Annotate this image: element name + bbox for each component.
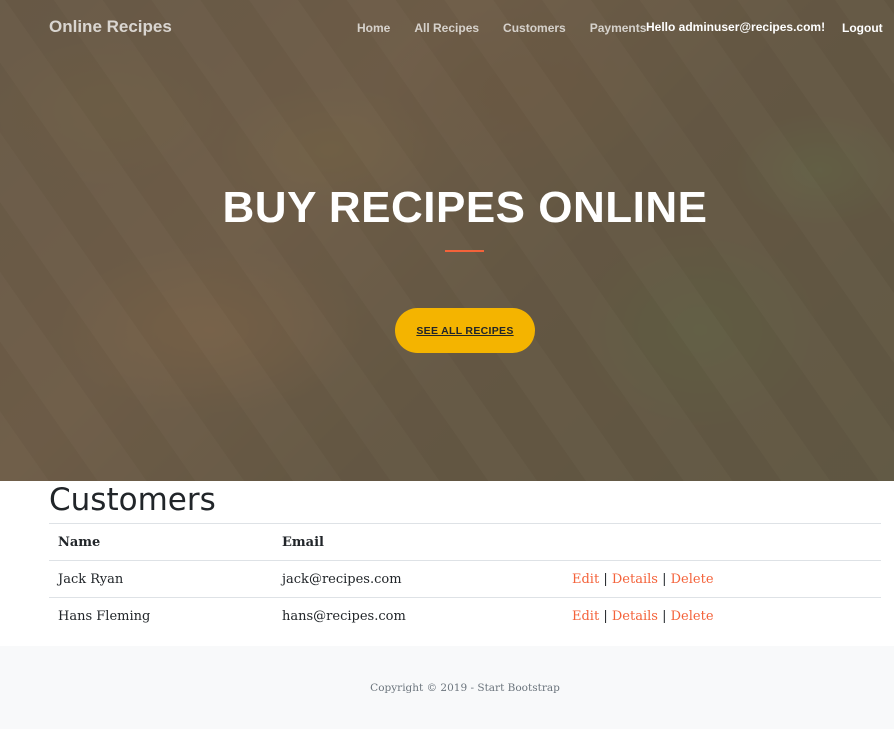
column-header-email: Email bbox=[273, 523, 563, 561]
logout-link[interactable]: Logout bbox=[842, 21, 883, 35]
nav-link-payments[interactable]: Payments bbox=[590, 21, 647, 35]
nav-link-all-recipes[interactable]: All Recipes bbox=[414, 21, 479, 35]
nav-links: Home All Recipes Customers Payments bbox=[357, 21, 646, 35]
hero-background-image bbox=[0, 0, 894, 481]
row-actions: Edit | Details | Delete bbox=[563, 560, 881, 598]
user-greeting: Hello adminuser@recipes.com! bbox=[646, 20, 826, 34]
see-all-recipes-button[interactable]: SEE ALL RECIPES bbox=[395, 308, 535, 353]
details-link[interactable]: Details bbox=[612, 609, 658, 624]
action-separator: | bbox=[662, 608, 667, 624]
navbar: Online Recipes Home All Recipes Customer… bbox=[0, 0, 894, 56]
footer: Copyright © 2019 - Start Bootstrap bbox=[0, 646, 894, 729]
page-title: Customers bbox=[49, 482, 216, 518]
action-separator: | bbox=[603, 571, 608, 587]
details-link[interactable]: Details bbox=[612, 572, 658, 587]
hero-section: Online Recipes Home All Recipes Customer… bbox=[0, 0, 894, 481]
action-separator: | bbox=[662, 571, 667, 587]
delete-link[interactable]: Delete bbox=[671, 609, 714, 624]
customer-name: Jack Ryan bbox=[49, 560, 273, 598]
customers-section: Customers Name Email Jack Ryan jack@reci… bbox=[0, 481, 894, 646]
customer-email: hans@recipes.com bbox=[273, 597, 563, 634]
customer-email: jack@recipes.com bbox=[273, 560, 563, 598]
edit-link[interactable]: Edit bbox=[572, 572, 599, 587]
edit-link[interactable]: Edit bbox=[572, 609, 599, 624]
row-actions: Edit | Details | Delete bbox=[563, 597, 881, 634]
table-row: Hans Fleming hans@recipes.com Edit | Det… bbox=[49, 597, 881, 634]
delete-link[interactable]: Delete bbox=[671, 572, 714, 587]
column-header-name: Name bbox=[49, 523, 273, 561]
action-separator: | bbox=[603, 608, 608, 624]
brand-logo[interactable]: Online Recipes bbox=[49, 17, 172, 37]
customers-table: Name Email Jack Ryan jack@recipes.com Ed… bbox=[49, 523, 881, 634]
column-header-actions bbox=[563, 523, 881, 561]
nav-link-home[interactable]: Home bbox=[357, 21, 390, 35]
copyright-text: Copyright © 2019 - Start Bootstrap bbox=[370, 682, 560, 694]
customer-name: Hans Fleming bbox=[49, 597, 273, 634]
table-header-row: Name Email bbox=[49, 523, 881, 561]
table-row: Jack Ryan jack@recipes.com Edit | Detail… bbox=[49, 560, 881, 598]
nav-link-customers[interactable]: Customers bbox=[503, 21, 566, 35]
hero-divider bbox=[445, 250, 484, 252]
hero-title: BUY RECIPES ONLINE bbox=[222, 183, 708, 232]
